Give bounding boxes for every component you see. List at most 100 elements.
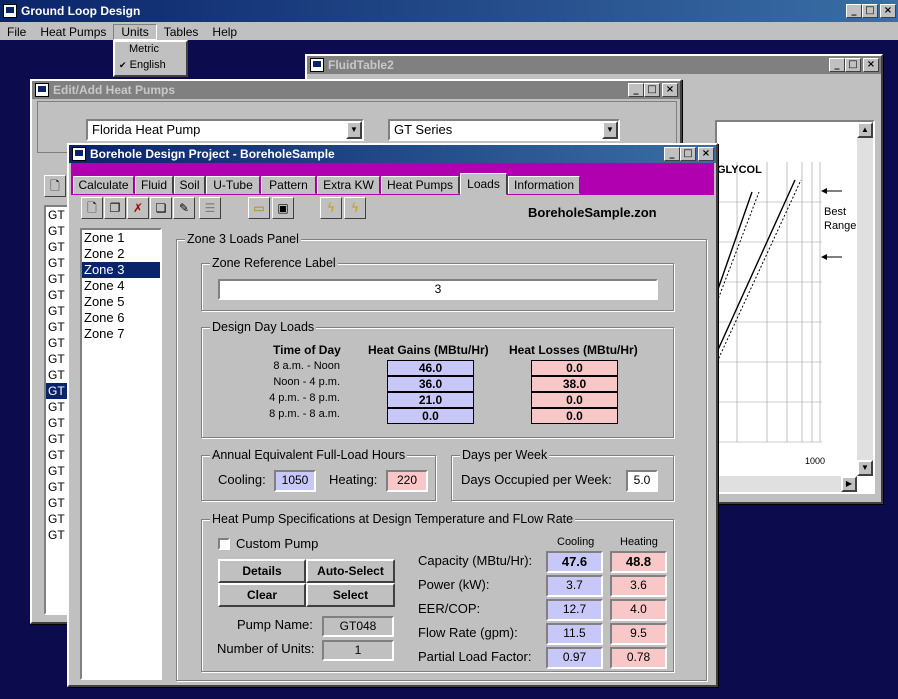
pump-name-value: GT048 (339, 619, 377, 633)
new-file-icon[interactable]: 🗋 (81, 197, 103, 219)
fluid-titlebar[interactable]: FluidTable2 _ □ × (307, 56, 881, 74)
heat-gain-input[interactable]: 21.0 (387, 392, 474, 408)
spec-label: EER/COP: (418, 601, 481, 616)
maximize-button[interactable]: □ (680, 147, 696, 161)
menu-help[interactable]: Help (205, 25, 244, 39)
main-menubar: File Heat Pumps Units Tables Help (0, 22, 898, 42)
zone-list[interactable]: Zone 1 Zone 2 Zone 3 Zone 4 Zone 5 Zone 6 Zone… (80, 228, 162, 680)
borehole-titlebar[interactable]: Borehole Design Project - BoreholeSample… (69, 145, 716, 163)
select-button[interactable]: Select (306, 583, 395, 607)
open-folder-icon[interactable]: ▭ (248, 197, 270, 219)
heat-pump-specs-legend: Heat Pump Specifications at Design Tempe… (210, 512, 576, 526)
tab-loads[interactable]: Loads (460, 173, 507, 195)
close-button[interactable]: × (863, 58, 879, 72)
fluid-title: FluidTable2 (328, 58, 394, 72)
close-button[interactable]: × (880, 4, 896, 18)
lightning-alt-icon[interactable]: ϟ (344, 197, 366, 219)
vertical-scrollbar[interactable]: ▲ ▼ (857, 122, 873, 476)
scroll-right-button[interactable]: ▶ (841, 476, 857, 492)
project-filename: BoreholeSample.zon (528, 205, 657, 220)
zone-list-item[interactable]: Zone 5 (82, 294, 160, 310)
erase-icon[interactable]: ✎ (173, 197, 195, 219)
app-icon (3, 4, 17, 18)
heat-loss-input[interactable]: 38.0 (531, 376, 618, 392)
close-button[interactable]: × (662, 83, 678, 97)
maximize-button[interactable]: □ (644, 83, 660, 97)
spec-cooling-value: 11.5 (546, 623, 603, 645)
scroll-down-button[interactable]: ▼ (857, 460, 873, 476)
copy-icon[interactable]: ❐ (104, 197, 126, 219)
details-button[interactable]: Details (218, 559, 306, 583)
heat-loss-input[interactable]: 0.0 (531, 360, 618, 376)
chevron-down-icon[interactable]: ▼ (346, 121, 362, 139)
days-occupied-input[interactable]: 5.0 (626, 470, 658, 492)
pump-name-label: Pump Name: (237, 617, 313, 632)
chevron-down-icon[interactable]: ▼ (602, 121, 618, 139)
manufacturer-select[interactable]: Florida Heat Pump ▼ (86, 119, 364, 141)
zone-reference-value: 3 (434, 282, 442, 296)
zone-list-items: Zone 1 Zone 2 Zone 3 Zone 4 Zone 5 Zone 6 Zone… (82, 230, 160, 342)
heat-gain-input[interactable]: 0.0 (387, 408, 474, 424)
tab-soil[interactable]: Soil (174, 176, 205, 194)
tab-calculate[interactable]: Calculate (73, 176, 134, 194)
clear-button[interactable]: Clear (218, 583, 306, 607)
zone-list-item[interactable]: Zone 4 (82, 278, 160, 294)
notes-icon[interactable]: ☰ (199, 197, 221, 219)
tab-fluid[interactable]: Fluid (135, 176, 173, 194)
heat-loss-input[interactable]: 0.0 (531, 408, 618, 424)
heat-gain-input[interactable]: 36.0 (387, 376, 474, 392)
close-button[interactable]: × (698, 147, 714, 161)
tab-information[interactable]: Information (508, 176, 580, 194)
menu-tables[interactable]: Tables (157, 25, 206, 39)
menu-file[interactable]: File (0, 25, 33, 39)
series-select[interactable]: GT Series ▼ (388, 119, 620, 141)
minimize-button[interactable]: _ (664, 147, 680, 161)
cooling-hours-input[interactable]: 1050 (274, 470, 316, 492)
units-dropdown-menu: Metric ✔ English (113, 40, 188, 77)
cooling-column-header: Cooling (557, 536, 595, 548)
save-icon[interactable]: ▣ (272, 197, 294, 219)
tab-u-tube[interactable]: U-Tube (206, 176, 260, 194)
scroll-up-button[interactable]: ▲ (857, 122, 873, 138)
tab-pattern[interactable]: Pattern (261, 176, 316, 194)
heating-hours-input[interactable]: 220 (386, 470, 428, 492)
auto-select-button[interactable]: Auto-Select (306, 559, 395, 583)
maximize-button[interactable]: □ (862, 4, 878, 18)
tab-extra-kw[interactable]: Extra KW (317, 176, 380, 194)
duplicate-icon[interactable]: ❏ (150, 197, 172, 219)
zone-list-item[interactable]: Zone 7 (82, 326, 160, 342)
heat-pumps-titlebar[interactable]: Edit/Add Heat Pumps _ □ × (32, 81, 680, 99)
units-metric-item[interactable]: Metric (115, 42, 186, 58)
minimize-button[interactable]: _ (846, 4, 862, 18)
zone-list-item[interactable]: Zone 6 (82, 310, 160, 326)
spec-cooling-value: 12.7 (546, 599, 603, 621)
custom-pump-label[interactable]: Custom Pump (236, 536, 318, 551)
time-of-day-label: Noon - 4 p.m. (273, 376, 340, 388)
heating-column-header: Heating (620, 536, 658, 548)
axis-tick-label: 1000 (805, 456, 826, 466)
main-titlebar[interactable]: Ground Loop Design _ □ × (0, 0, 898, 22)
zone-list-item[interactable]: Zone 1 (82, 230, 160, 246)
custom-pump-checkbox[interactable] (218, 538, 230, 550)
tab-heat-pumps[interactable]: Heat Pumps (381, 176, 459, 194)
number-of-units-value: 1 (354, 643, 362, 657)
best-range-label-2: Range (824, 220, 857, 232)
zone-list-item[interactable]: Zone 2 (82, 246, 160, 262)
minimize-button[interactable]: _ (628, 83, 644, 97)
maximize-button[interactable]: □ (845, 58, 861, 72)
horizontal-scrollbar[interactable]: ▶ (717, 476, 857, 492)
menu-units[interactable]: Units (113, 24, 157, 40)
delete-file-icon[interactable]: ✗ (127, 197, 149, 219)
zone-list-item[interactable]: Zone 3 (82, 262, 160, 278)
heating-hours-value: 220 (396, 473, 418, 487)
heat-gain-input[interactable]: 46.0 (387, 360, 474, 376)
spec-cooling-value: 47.6 (546, 551, 603, 573)
minimize-button[interactable]: _ (829, 58, 845, 72)
lightning-icon[interactable]: ϟ (320, 197, 342, 219)
zone-reference-input[interactable]: 3 (218, 279, 658, 300)
heat-loss-input[interactable]: 0.0 (531, 392, 618, 408)
new-file-icon[interactable]: 🗋 (44, 175, 66, 197)
units-english-item[interactable]: ✔ English (115, 58, 186, 74)
menu-heat-pumps[interactable]: Heat Pumps (33, 25, 113, 39)
spec-label: Partial Load Factor: (418, 649, 532, 664)
